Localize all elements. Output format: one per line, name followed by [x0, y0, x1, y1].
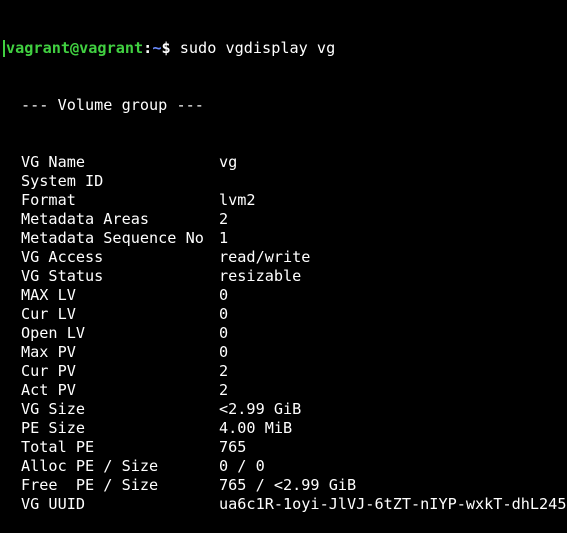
row-value: 0	[219, 305, 229, 323]
row-key: System ID	[21, 172, 104, 190]
row-key: Format	[21, 191, 76, 209]
vgdisplay-output: VG Name vg System ID Format lvm2 Metadata Are…	[3, 153, 567, 514]
output-row: Cur PV 2	[3, 362, 567, 381]
prompt-line: vagrant@vagrant: ~ $ sudo vgdisplay vg	[3, 39, 567, 58]
output-row: System ID	[3, 172, 567, 191]
row-value: ua6c1R-1oyi-JlVJ-6tZT-nIYP-wxkT-dhL245	[219, 495, 567, 513]
row-value: 0	[219, 343, 229, 361]
volume-group-header: --- Volume group ---	[21, 96, 204, 114]
prompt-user-host: vagrant@vagrant	[6, 39, 144, 57]
row-key: VG Status	[21, 267, 104, 285]
row-value: 2	[219, 362, 229, 380]
output-row: VG Name vg	[3, 153, 567, 172]
row-value: 0 / 0	[219, 457, 265, 475]
cursor-marker	[3, 40, 5, 57]
row-value: 0	[219, 324, 229, 342]
row-key: Alloc PE / Size	[21, 457, 159, 475]
row-value: 1	[219, 229, 229, 247]
output-row: Alloc PE / Size 0 / 0	[3, 457, 567, 476]
row-key: Max PV	[21, 343, 76, 361]
output-row: VG UUID ua6c1R-1oyi-JlVJ-6tZT-nIYP-wxkT-d…	[3, 495, 567, 514]
row-key: VG UUID	[21, 495, 86, 513]
output-row: Total PE 765	[3, 438, 567, 457]
row-key: VG Access	[21, 248, 104, 266]
row-key: Metadata Sequence No	[21, 229, 204, 247]
row-value: 765	[219, 438, 247, 456]
row-key: Act PV	[21, 381, 76, 399]
row-key: Metadata Areas	[21, 210, 150, 228]
row-key: MAX LV	[21, 286, 76, 304]
row-key: VG Name	[21, 153, 86, 171]
row-value: read/write	[219, 248, 311, 266]
prompt-path: ~	[152, 39, 162, 57]
prompt-dollar: $	[161, 39, 171, 57]
prompt-colon: :	[143, 39, 153, 57]
output-row: Metadata Sequence No 1	[3, 229, 567, 248]
output-row: Cur LV 0	[3, 305, 567, 324]
output-row: Act PV 2	[3, 381, 567, 400]
row-key: Total PE	[21, 438, 95, 456]
row-key: Cur LV	[21, 305, 76, 323]
output-row: MAX LV 0	[3, 286, 567, 305]
output-row: PE Size 4.00 MiB	[3, 419, 567, 438]
output-row: Free PE / Size 765 / <2.99 GiB	[3, 476, 567, 495]
output-row: VG Access read/write	[3, 248, 567, 267]
terminal-window[interactable]: vagrant@vagrant: ~ $ sudo vgdisplay vg ---…	[0, 0, 567, 513]
row-value: resizable	[219, 267, 302, 285]
output-row: Max PV 0	[3, 343, 567, 362]
row-value: vg	[219, 153, 238, 171]
row-value: 4.00 MiB	[219, 419, 293, 437]
row-value: 765 / <2.99 GiB	[219, 476, 357, 494]
output-row: Format lvm2	[3, 191, 567, 210]
row-value: 0	[219, 286, 229, 304]
output-row: VG Status resizable	[3, 267, 567, 286]
row-value: 2	[219, 381, 229, 399]
output-header: --- Volume group ---	[3, 96, 567, 115]
output-row: Metadata Areas 2	[3, 210, 567, 229]
row-value: lvm2	[219, 191, 256, 209]
row-key: PE Size	[21, 419, 86, 437]
row-value: 2	[219, 210, 229, 228]
row-key: Free PE / Size	[21, 476, 159, 494]
row-key: Open LV	[21, 324, 86, 342]
output-row: Open LV 0	[3, 324, 567, 343]
command-text: sudo vgdisplay vg	[170, 39, 336, 57]
row-key: Cur PV	[21, 362, 76, 380]
